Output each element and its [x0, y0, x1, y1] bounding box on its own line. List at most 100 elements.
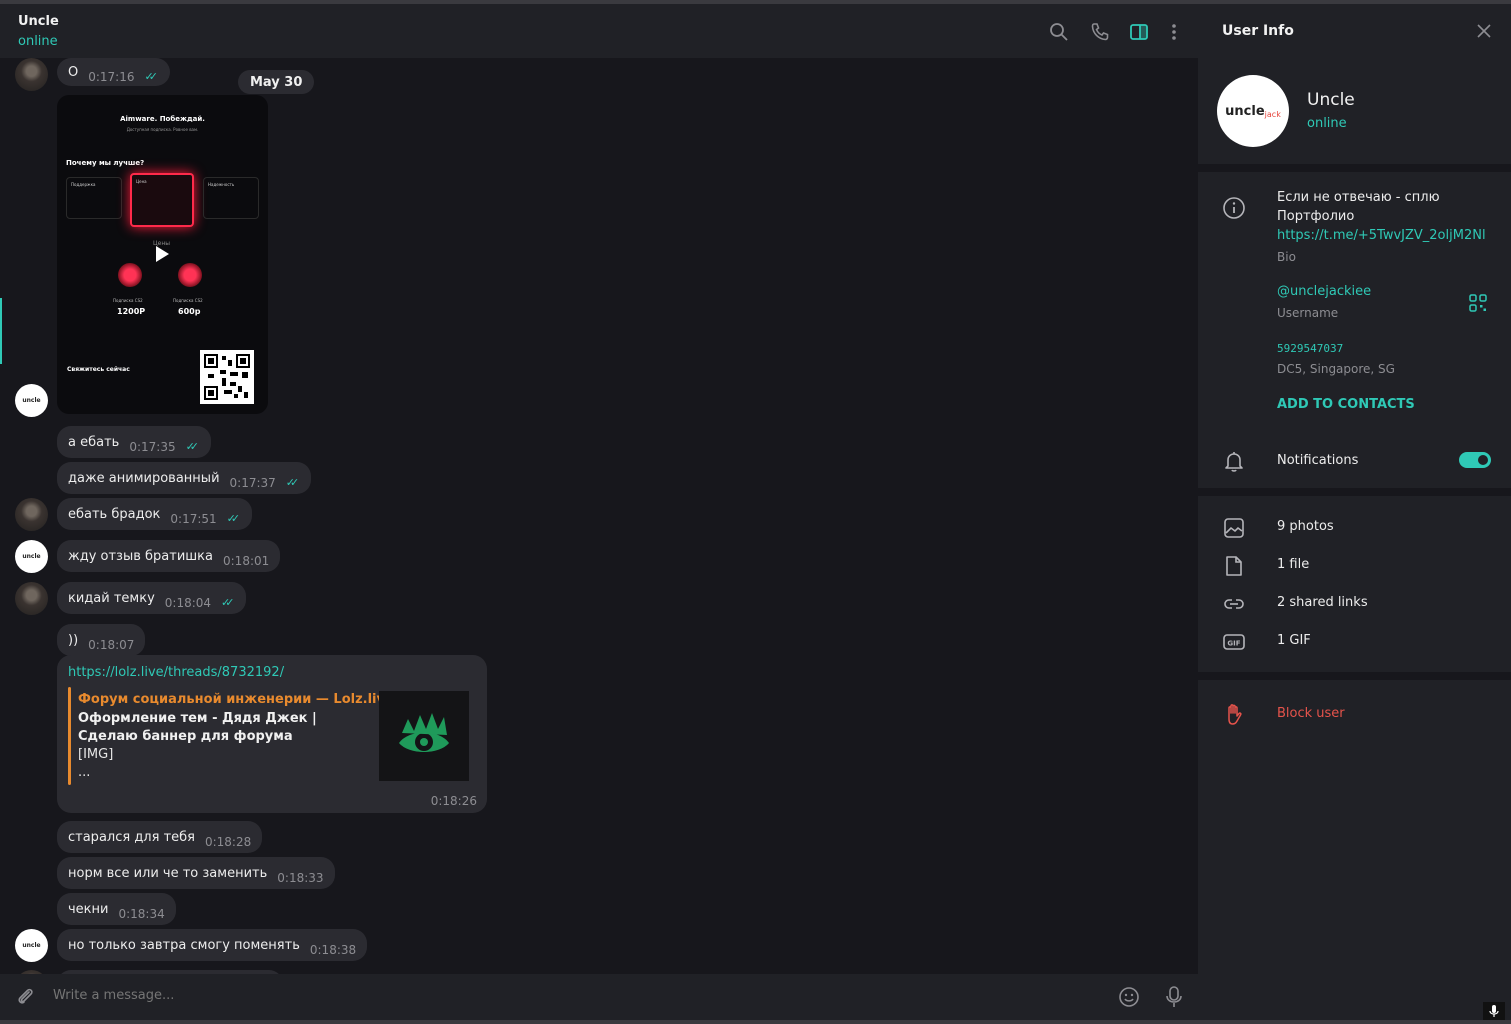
avatar[interactable]: uncle — [15, 929, 48, 962]
profile-status: online — [1307, 116, 1347, 131]
more-options-icon[interactable] — [1163, 21, 1185, 43]
window-bottom-border — [0, 1020, 1511, 1024]
message-bubble[interactable]: жду отзыв братишка 0:18:01 — [57, 540, 281, 572]
username-label: Username — [1277, 306, 1339, 320]
message-link[interactable]: https://lolz.live/threads/8732192/ — [68, 665, 284, 680]
qr-code-icon — [200, 350, 254, 404]
avatar[interactable] — [15, 582, 48, 615]
message-time: 0:17:35 — [129, 439, 176, 454]
user-id[interactable]: 5929547037 — [1277, 342, 1343, 355]
add-to-contacts-button[interactable]: ADD TO CONTACTS — [1277, 397, 1415, 412]
microphone-icon[interactable] — [1163, 985, 1185, 1013]
media-video[interactable]: Aimware. Побеждай. Доступная подписка. Р… — [57, 95, 268, 414]
scroll-indicator — [0, 298, 2, 364]
message-bubble[interactable]: старался для тебя 0:18:28 — [57, 821, 263, 853]
message-bubble[interactable]: а ебать 0:17:35 ✓✓ — [57, 426, 212, 458]
avatar[interactable] — [15, 498, 48, 531]
media-contact: Свяжитесь сейчас — [67, 366, 130, 373]
message-time: 0:17:51 — [170, 511, 217, 526]
message-time: 0:18:28 — [204, 834, 252, 849]
bio-link[interactable]: https://t.me/+5TwvJZV_2oljM2Nl — [1277, 228, 1486, 243]
phone-icon[interactable] — [1089, 21, 1111, 43]
notifications-toggle[interactable] — [1459, 452, 1491, 468]
divider — [1198, 672, 1511, 680]
preview-desc: [IMG] ... — [78, 746, 113, 782]
preview-desc-line: ... — [78, 765, 91, 780]
bio-label: Bio — [1277, 250, 1296, 264]
media-why: Почему мы лучше? — [66, 159, 145, 167]
shared-media-item[interactable]: 9 photos — [1277, 519, 1334, 534]
avatar[interactable] — [15, 58, 48, 91]
message-time: 0:18:26 — [430, 794, 477, 808]
media-price: 600р — [178, 307, 201, 316]
profile-avatar[interactable]: uncle jack — [1217, 75, 1289, 147]
message-text: O — [68, 64, 79, 80]
media-card: Цена — [130, 173, 194, 227]
message-bubble[interactable]: )) 0:18:07 — [57, 624, 146, 656]
media-card: Поддержка — [66, 177, 122, 219]
message-text: жду отзыв братишка — [68, 548, 213, 564]
message-text: норм все или че то заменить — [68, 865, 268, 881]
eye-logo-icon[interactable] — [379, 691, 469, 781]
read-check-icon: ✓✓ — [185, 439, 200, 453]
message-text: старался для тебя — [68, 829, 195, 845]
avatar-text: uncle — [1225, 103, 1265, 119]
username-link[interactable]: @unclejackiee — [1277, 284, 1371, 299]
message-bubble[interactable]: O 0:17:16 ✓✓ — [57, 58, 170, 86]
qr-icon[interactable] — [1469, 294, 1487, 316]
message-text: а ебать — [68, 434, 120, 450]
chat-title[interactable]: Uncle — [18, 14, 59, 29]
message-bubble[interactable]: даже анимированный 0:17:37 ✓✓ — [57, 462, 312, 494]
gif-icon: GIF — [1222, 630, 1246, 654]
message-bubble[interactable]: ебать брадок 0:17:51 ✓✓ — [57, 498, 253, 530]
message-bubble[interactable]: кидай темку 0:18:04 ✓✓ — [57, 582, 247, 614]
shared-media-item[interactable]: 1 file — [1277, 557, 1309, 572]
dc-info: DC5, Singapore, SG — [1277, 362, 1395, 376]
bio-line: Портфолио — [1277, 209, 1355, 224]
shared-media-item[interactable]: 2 shared links — [1277, 595, 1368, 610]
message-bubble[interactable]: чекни 0:18:34 — [57, 893, 176, 925]
notifications-label: Notifications — [1277, 453, 1359, 468]
message-time: 0:18:07 — [88, 637, 135, 652]
message-time: 0:18:01 — [223, 553, 270, 568]
message-input[interactable] — [53, 988, 1053, 1003]
emoji-icon[interactable] — [1118, 986, 1140, 1012]
close-icon[interactable] — [1476, 23, 1492, 39]
message-time: 0:17:16 — [88, 69, 135, 84]
avatar-subtext: jack — [1264, 109, 1281, 119]
media-card: Надежность — [203, 177, 259, 219]
message-text: )) — [68, 632, 79, 648]
message-text: чекни — [68, 901, 109, 917]
message-time: 0:18:34 — [118, 906, 165, 921]
media-badge-icon — [178, 263, 202, 287]
avatar[interactable]: uncle — [15, 540, 48, 573]
chat-header: Uncle online — [0, 4, 1198, 58]
media-badge-icon — [118, 263, 142, 287]
message-list[interactable]: O 0:17:16 ✓✓ May 30 Aimware. Побеждай. Д… — [0, 58, 1198, 974]
divider — [1198, 488, 1511, 496]
preview-site[interactable]: Форум социальной инженерии — Lolz.live..… — [78, 692, 409, 707]
read-check-icon: ✓✓ — [226, 511, 241, 525]
avatar[interactable]: uncle — [15, 384, 48, 417]
message-composer — [0, 974, 1198, 1020]
date-pill: May 30 — [238, 70, 315, 94]
message-bubble[interactable]: но только завтра смогу поменять 0:18:38 — [57, 929, 368, 961]
attach-icon[interactable] — [14, 986, 36, 1012]
link-icon — [1222, 592, 1246, 616]
chat-status: online — [18, 34, 58, 49]
shared-media-item[interactable]: 1 GIF — [1277, 633, 1311, 648]
search-icon[interactable] — [1048, 21, 1070, 43]
photo-icon — [1222, 516, 1246, 540]
message-time: 0:18:38 — [309, 942, 357, 957]
preview-title: Оформление тем - Дядя Джек | Сделаю банн… — [78, 711, 317, 744]
hand-block-icon — [1222, 702, 1246, 726]
play-icon[interactable] — [156, 246, 169, 262]
block-user-button[interactable]: Block user — [1277, 706, 1345, 721]
bio-line: Если не отвечаю - сплю — [1277, 190, 1440, 205]
link-message-bubble[interactable]: https://lolz.live/threads/8732192/ Форум… — [57, 655, 487, 813]
file-icon — [1222, 554, 1246, 578]
sidebar-toggle-icon[interactable] — [1128, 21, 1150, 43]
message-bubble[interactable]: норм все или че то заменить 0:18:33 — [57, 857, 335, 889]
microphone-indicator-icon — [1483, 1002, 1505, 1020]
bell-icon — [1222, 449, 1246, 473]
